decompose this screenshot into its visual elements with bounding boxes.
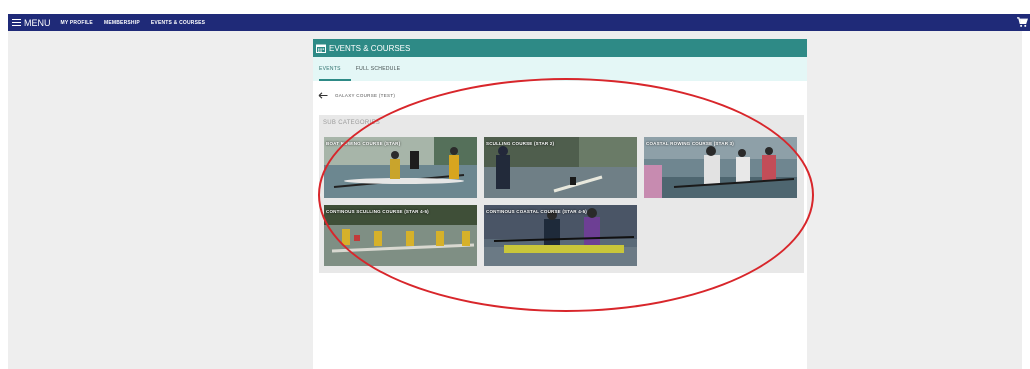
hamburger-icon	[12, 17, 21, 28]
nav-link-membership[interactable]: MEMBERSHIP	[104, 20, 140, 26]
back-arrow-icon[interactable]	[318, 92, 328, 99]
card-label: CONTINOUS SCULLING COURSE (STAR 4-5)	[326, 209, 429, 214]
card-image	[484, 137, 637, 198]
subcategory-card[interactable]: CONTINOUS SCULLING COURSE (STAR 4-5)	[324, 205, 477, 266]
sub-categories-title: SUB CATEGORIES	[323, 120, 381, 126]
card-image	[324, 137, 477, 198]
subcategory-card[interactable]: COASTAL ROWING COURSE (STAR 3)	[644, 137, 797, 198]
card-image	[644, 137, 797, 198]
card-image	[324, 205, 477, 266]
subcategory-card[interactable]: SCULLING COURSE (STAR 2)	[484, 137, 637, 198]
breadcrumb: GALAXY COURSE (TEST)	[318, 92, 395, 99]
card-label: COASTAL ROWING COURSE (STAR 3)	[646, 141, 734, 146]
active-tab-indicator	[319, 79, 351, 81]
card-label: CONTINOUS COASTAL COURSE (STAR 4-5)	[486, 209, 588, 214]
breadcrumb-label: GALAXY COURSE (TEST)	[335, 93, 396, 98]
nav-link-events-courses[interactable]: EVENTS & COURSES	[151, 20, 205, 26]
card-label: BOAT ROWING COURSE (STAR)	[326, 141, 401, 146]
tab-events[interactable]: EVENTS	[319, 66, 341, 72]
cart-icon[interactable]	[1017, 17, 1028, 28]
tab-bar: EVENTS FULL SCHEDULE	[313, 57, 807, 81]
events-panel: EVENTS & COURSES EVENTS FULL SCHEDULE GA…	[313, 39, 807, 369]
panel-title: EVENTS & COURSES	[329, 43, 411, 53]
panel-header: EVENTS & COURSES	[313, 39, 807, 57]
sub-categories-section: SUB CATEGORIES BOAT ROWING COURSE (STAR)	[319, 115, 804, 273]
subcategory-card[interactable]: BOAT ROWING COURSE (STAR)	[324, 137, 477, 198]
card-label: SCULLING COURSE (STAR 2)	[486, 141, 555, 146]
tab-full-schedule[interactable]: FULL SCHEDULE	[356, 66, 401, 72]
navbar: MENU MY PROFILE MEMBERSHIP EVENTS & COUR…	[8, 14, 1030, 31]
card-image	[484, 205, 637, 266]
subcategory-card[interactable]: CONTINOUS COASTAL COURSE (STAR 4-5)	[484, 205, 637, 266]
menu-label: MENU	[24, 17, 51, 28]
calendar-icon	[316, 44, 326, 53]
nav-link-my-profile[interactable]: MY PROFILE	[61, 20, 93, 26]
menu-button[interactable]: MENU	[8, 17, 51, 28]
